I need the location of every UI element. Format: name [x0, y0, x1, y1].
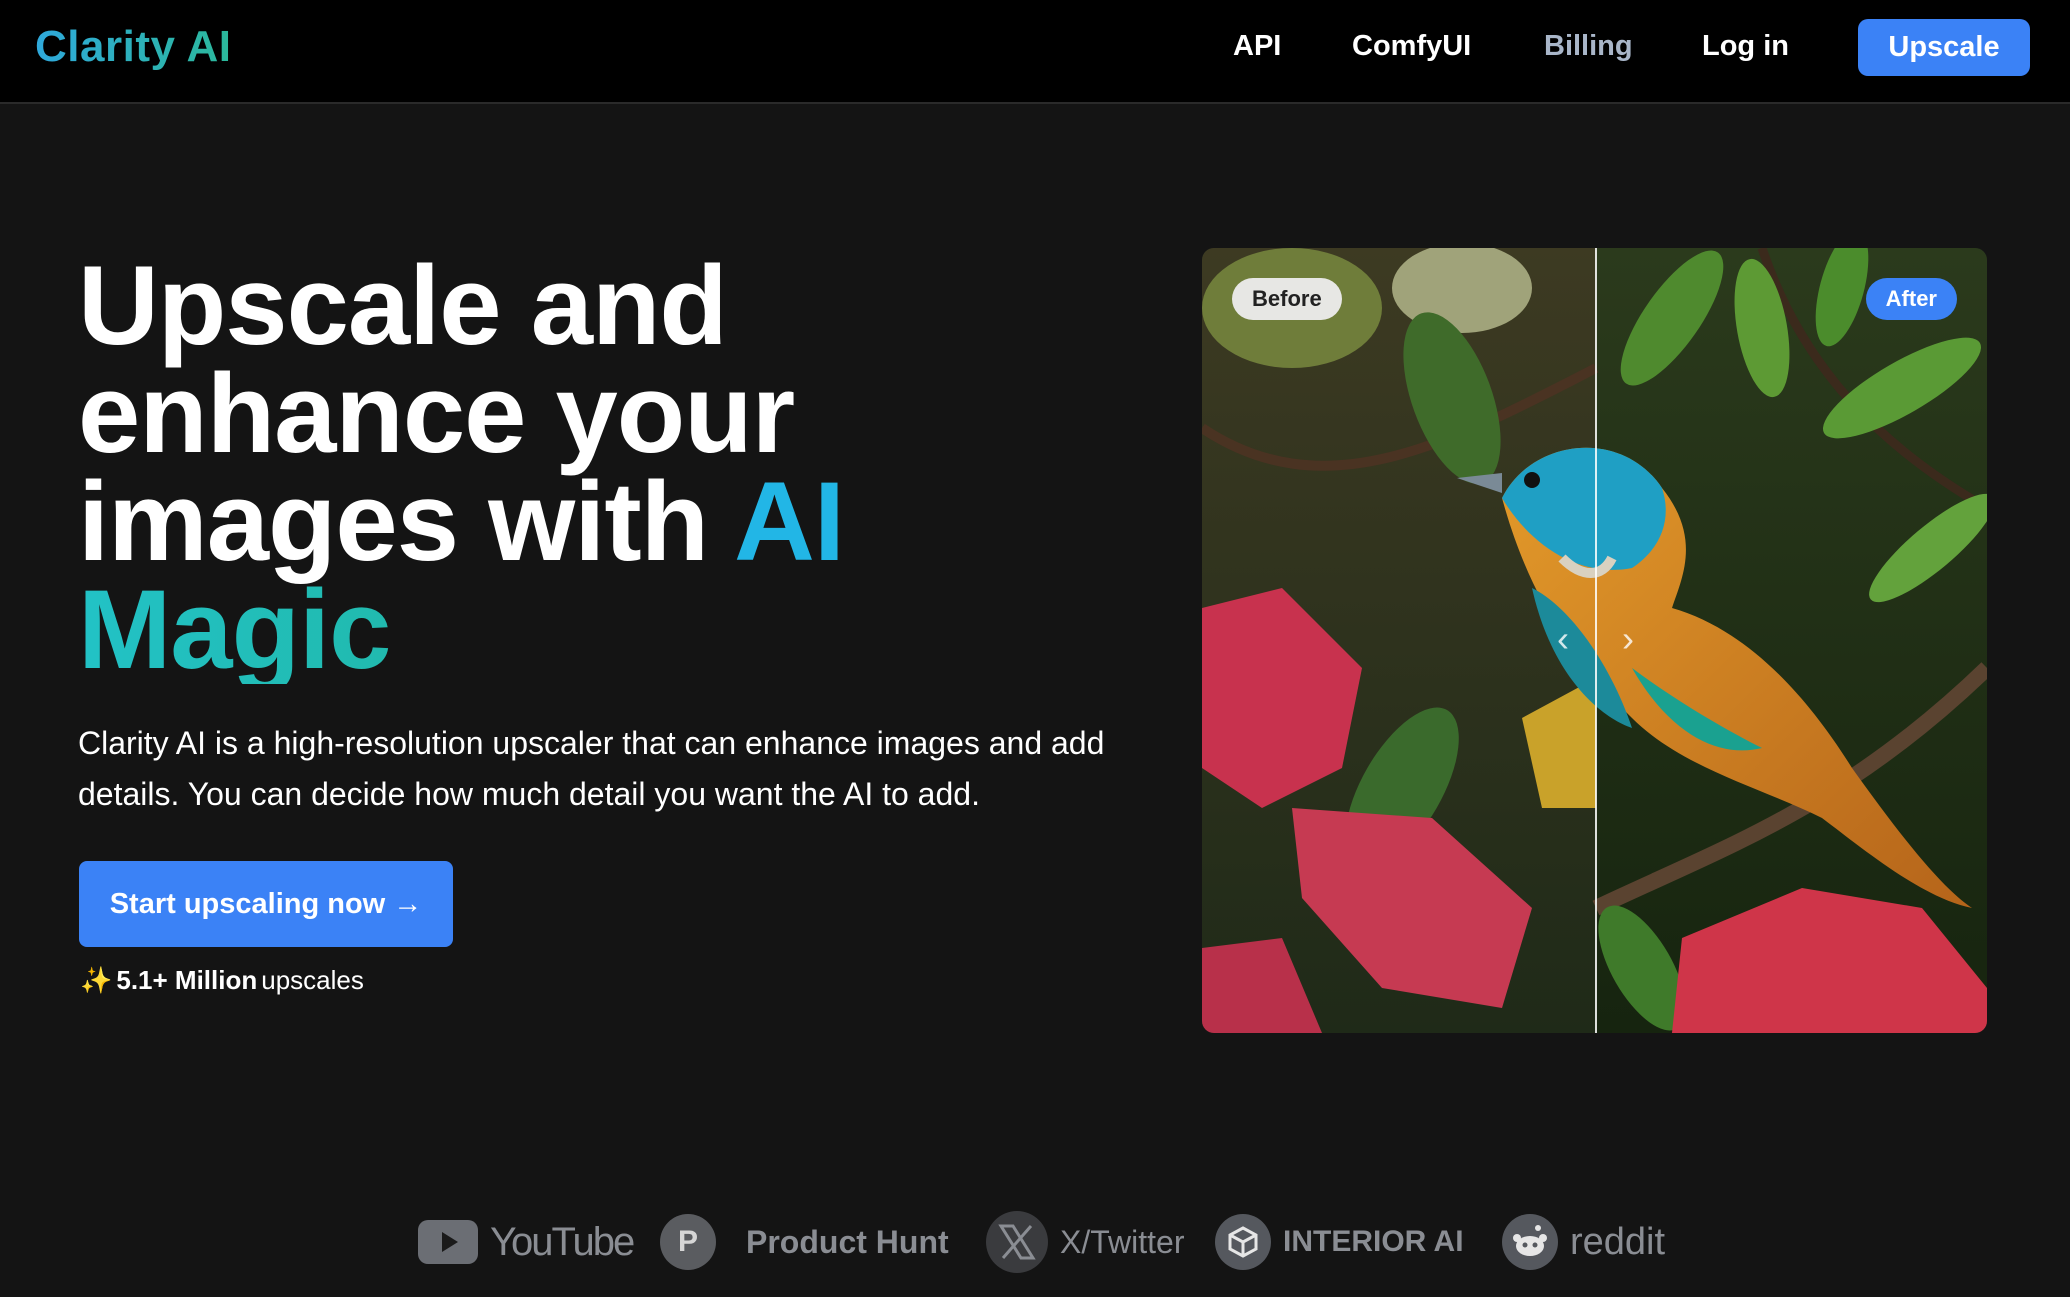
brand-youtube[interactable]: YouTube	[418, 1210, 635, 1274]
before-badge: Before	[1232, 278, 1342, 320]
before-after-comparison[interactable]: ‹ › Before After	[1202, 248, 1987, 1033]
cube-glyph	[1228, 1226, 1258, 1258]
interior-ai-icon	[1215, 1214, 1271, 1270]
reddit-icon	[1502, 1214, 1558, 1270]
start-upscaling-button[interactable]: Start upscaling now →	[79, 861, 453, 947]
nav-link-comfyui[interactable]: ComfyUI	[1352, 30, 1471, 63]
comparison-divider[interactable]	[1595, 248, 1597, 1033]
hero-title-line-3-text: images with	[78, 459, 709, 584]
top-navbar: Clarity AI API ComfyUI Billing Log in Up…	[0, 0, 2070, 104]
site-logo[interactable]: Clarity AI	[35, 22, 232, 72]
upscale-stats: ✨ 5.1+ Million upscales	[80, 965, 364, 996]
brand-x-twitter-name: X/Twitter	[1060, 1223, 1185, 1260]
brand-interior-ai[interactable]: INTERIOR AI	[1215, 1210, 1464, 1274]
brand-product-hunt-name: Product Hunt	[746, 1223, 949, 1260]
hero-title-line-3: images with AI	[78, 466, 1078, 578]
upscale-button[interactable]: Upscale	[1858, 19, 2030, 76]
product-hunt-icon: P	[660, 1214, 716, 1270]
hero-title-line-2: enhance your	[78, 351, 795, 476]
youtube-icon	[418, 1220, 478, 1264]
after-badge: After	[1865, 278, 1957, 320]
x-twitter-icon	[986, 1211, 1048, 1273]
brand-product-hunt[interactable]: P Product Hunt	[660, 1210, 949, 1274]
brand-youtube-name: YouTube	[490, 1219, 635, 1264]
brand-interior-ai-name: INTERIOR AI	[1283, 1225, 1464, 1258]
stats-suffix: upscales	[261, 965, 364, 995]
hero-title-line-1: Upscale and	[78, 243, 728, 368]
chevron-left-icon[interactable]: ‹	[1557, 618, 1569, 660]
featured-on-logos: YouTube P Product Hunt X/Twitter INTERIO…	[0, 1210, 2070, 1280]
reddit-alien-glyph	[1513, 1225, 1547, 1256]
hero-description: Clarity AI is a high-resolution upscaler…	[78, 725, 1105, 812]
nav-link-billing[interactable]: Billing	[1544, 30, 1633, 63]
chevron-right-icon[interactable]: ›	[1622, 618, 1634, 660]
sparkle-icon: ✨	[80, 965, 113, 995]
brand-x-twitter[interactable]: X/Twitter	[986, 1210, 1184, 1274]
nav-link-api[interactable]: API	[1233, 30, 1281, 63]
hero-title-ai-accent: AI	[734, 459, 845, 584]
stats-count: 5.1+ Million	[116, 965, 258, 995]
brand-reddit[interactable]: reddit	[1502, 1210, 1665, 1274]
hero-title: Upscale and enhance your images with AI …	[78, 243, 1078, 686]
hero-title-magic-accent: Magic	[78, 574, 1078, 686]
nav-link-login[interactable]: Log in	[1702, 30, 1789, 63]
x-logo-glyph	[998, 1224, 1036, 1260]
brand-reddit-name: reddit	[1570, 1220, 1666, 1263]
